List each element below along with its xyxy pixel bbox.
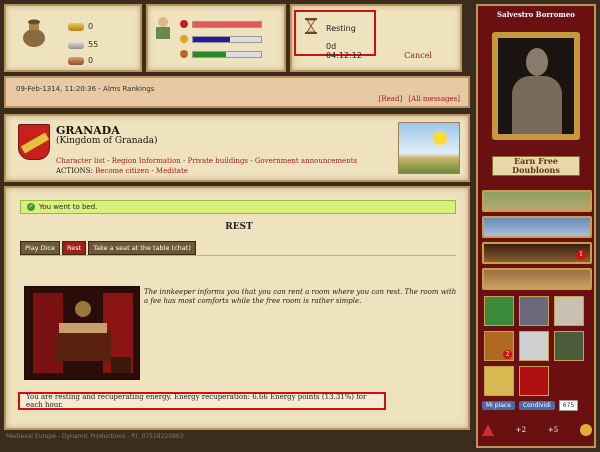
character-list-link[interactable]: Character list xyxy=(56,157,105,165)
resources-panel: 0 55 0 xyxy=(4,4,142,72)
character-icon xyxy=(156,17,170,39)
energy-icon xyxy=(180,35,188,43)
news-bar: 09-Feb-1314, 11:20:36 - Alms Rankings [R… xyxy=(4,76,470,108)
private-buildings-link[interactable]: Private buildings xyxy=(188,157,248,165)
skills-badge: 2 xyxy=(503,350,512,359)
earn-doubloons-button[interactable]: Earn Free Doubloons xyxy=(492,156,580,176)
inn-room-image xyxy=(24,286,140,380)
share-button[interactable]: Condividi xyxy=(518,401,555,410)
alert-text: You went to bed. xyxy=(39,203,98,211)
top-bar: 0 55 0 Resting 0d 04:12:12 Cancel xyxy=(4,4,470,72)
news-text: 09-Feb-1314, 11:20:36 - Alms Rankings xyxy=(16,85,155,93)
tab-rest[interactable]: Rest xyxy=(62,241,87,255)
government-announcements-link[interactable]: Government announcements xyxy=(255,157,357,165)
tab-play-dice[interactable]: Play Dice xyxy=(20,241,61,255)
resource-row-ducats: 0 xyxy=(68,22,93,31)
activity-panel: Resting 0d 04:12:12 Cancel xyxy=(290,4,462,72)
social-buttons: Mi piace Condividi 675 xyxy=(482,400,579,411)
military-icon[interactable] xyxy=(554,331,584,361)
copper-icon xyxy=(68,56,84,65)
city-actions: ACTIONS: Become citizen - Meditate xyxy=(56,167,188,175)
activity-timer: 0d 04:12:12 xyxy=(326,42,362,60)
hourglass-icon xyxy=(305,18,317,34)
player-name[interactable]: Salvestro Borromeo xyxy=(478,10,594,19)
ducats-value: 0 xyxy=(88,22,94,31)
right-sidebar: Salvestro Borromeo Earn Free Doubloons 1… xyxy=(476,4,596,448)
actions-label: ACTIONS: xyxy=(56,167,93,175)
main-content: ✓ You went to bed. REST Play Dice Rest T… xyxy=(4,186,470,430)
page-title: REST xyxy=(225,222,253,232)
inn-description: The innkeeper informs you that you can r… xyxy=(144,288,457,305)
all-messages-link[interactable]: [All messages] xyxy=(408,95,460,103)
region-information-link[interactable]: Region Information xyxy=(112,157,181,165)
cancel-activity-link[interactable]: Cancel xyxy=(404,51,432,60)
city-panel: GRANADA (Kingdom of Granada) Character l… xyxy=(4,114,470,182)
news-links: [Read] [All messages] xyxy=(375,95,460,103)
read-news-link[interactable]: [Read] xyxy=(379,95,403,103)
city-shield-icon xyxy=(18,124,50,160)
meditate-link[interactable]: Meditate xyxy=(156,167,188,175)
flag-icon[interactable] xyxy=(519,331,549,361)
bonus-right: +5 xyxy=(547,426,559,434)
eagle-crest-icon[interactable] xyxy=(554,296,584,326)
market-icon[interactable] xyxy=(519,366,549,396)
food-icon xyxy=(180,50,188,58)
food-bar xyxy=(192,50,262,58)
bonus-left: +2 xyxy=(515,426,527,434)
resting-status-message: You are resting and recuperating energy.… xyxy=(18,392,386,410)
resource-row-silver: 55 xyxy=(68,40,98,49)
check-icon: ✓ xyxy=(27,203,35,211)
arrow-up-icon[interactable] xyxy=(482,424,494,436)
silver-value: 55 xyxy=(88,40,99,49)
messages-badge: 1 xyxy=(576,250,586,260)
avatar-torso xyxy=(512,76,562,134)
success-alert: ✓ You went to bed. xyxy=(20,200,456,214)
weapons-icon[interactable] xyxy=(519,296,549,326)
city-kingdom: (Kingdom of Granada) xyxy=(56,136,158,146)
player-portrait[interactable] xyxy=(492,32,580,140)
like-count: 675 xyxy=(558,400,579,411)
doubloons-line2: Doubloons xyxy=(512,165,560,175)
footer-text: Medieval Europe - Dynamic Productions - … xyxy=(6,433,184,440)
nav-messages-button[interactable]: 1 xyxy=(482,242,592,264)
activity-title: Resting xyxy=(326,24,356,33)
skills-icon[interactable]: 2 xyxy=(484,331,514,361)
stats-panel xyxy=(146,4,286,72)
silver-icon xyxy=(68,40,84,49)
tavern-tabs: Play Dice Rest Take a seat at the table … xyxy=(20,241,196,255)
resting-status-box: Resting 0d 04:12:12 xyxy=(294,10,376,60)
tab-take-seat-chat[interactable]: Take a seat at the table (chat) xyxy=(88,241,196,255)
nav-map-button[interactable] xyxy=(482,190,592,212)
treasury-icon[interactable] xyxy=(484,366,514,396)
food-row xyxy=(180,50,262,58)
energy-row xyxy=(180,35,262,43)
energy-bar xyxy=(192,35,262,43)
character-sheet-icon[interactable] xyxy=(484,296,514,326)
avatar-head xyxy=(526,48,548,76)
heart-icon xyxy=(180,20,188,28)
health-row xyxy=(180,20,262,28)
city-links: Character list - Region Information - Pr… xyxy=(56,157,358,165)
weather-image xyxy=(398,122,460,174)
copper-value: 0 xyxy=(88,56,94,65)
nav-port-button[interactable] xyxy=(482,216,592,238)
gold-coin-icon xyxy=(580,424,592,436)
nav-inventory-button[interactable] xyxy=(482,268,592,290)
tab-divider xyxy=(20,255,456,256)
become-citizen-link[interactable]: Become citizen xyxy=(95,167,149,175)
like-button[interactable]: Mi piace xyxy=(482,401,515,410)
quick-actions-grid: 2 xyxy=(482,296,592,396)
ducats-icon xyxy=(68,22,84,31)
sun-icon xyxy=(433,131,447,145)
sidebar-bottom-row: +2 +5 xyxy=(482,424,592,436)
health-bar xyxy=(192,20,262,28)
resource-row-copper: 0 xyxy=(68,56,93,65)
money-pouch-icon xyxy=(23,19,45,47)
